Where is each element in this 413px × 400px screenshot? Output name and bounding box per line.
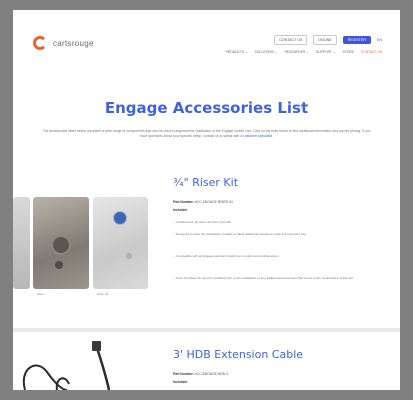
- part-number-value: ACC-ENGAGE-HDB-3: [194, 372, 228, 376]
- section-divider: [13, 328, 400, 332]
- included-label-hdb: Included:: [173, 380, 188, 384]
- section-title-riser-kit: ¾" Riser Kit: [173, 176, 239, 189]
- nav-item-store[interactable]: STORE: [343, 50, 354, 54]
- nav-item-contact[interactable]: CONTACT US: [361, 50, 382, 54]
- brand-logo[interactable]: cartsrouge: [33, 36, 94, 50]
- nav-item-support[interactable]: SUPPORT ⌄: [316, 50, 336, 54]
- intro-paragraph: The accessories listed below represent a…: [41, 129, 372, 139]
- image-caption: Riser: [37, 292, 45, 296]
- page-title: Engage Accessories List: [104, 99, 309, 117]
- section-title-hdb-cable: 3' HDB Extension Cable: [173, 348, 304, 361]
- nav-item-products[interactable]: PRODUCTS ⌄: [226, 50, 248, 54]
- part-number-label: Part Number:: [173, 200, 194, 204]
- part-number-riser: Part Number: ACC-ENGAGE-RISER-34: [173, 200, 233, 204]
- nav-item-resources[interactable]: RESOURCES ⌄: [284, 50, 309, 54]
- mount-hole-icon: [51, 235, 71, 255]
- riser-bullet: Note: the Riser Kit must be installed pr…: [173, 276, 391, 281]
- hdb-cable-photo[interactable]: [17, 338, 137, 390]
- image-caption: Riser Kit: [97, 292, 109, 296]
- riser-bullet: Includes four (4) risers and four (4) bo…: [173, 220, 391, 225]
- included-label: Included:: [173, 380, 188, 384]
- riser-image-row: Riser Riser Kit: [13, 197, 163, 297]
- part-number-label: Part Number:: [173, 372, 194, 376]
- logo-icon: [33, 36, 47, 50]
- intro-text-1: The accessories listed below represent a…: [42, 129, 271, 133]
- logo-text: cartsrouge: [53, 38, 94, 48]
- mount-hole-icon: [113, 211, 127, 225]
- part-number-hdb: Part Number: ACC-ENGAGE-HDB-3: [173, 372, 228, 376]
- language-selector[interactable]: EN: [377, 38, 382, 42]
- riser-photo-1[interactable]: [13, 197, 30, 289]
- riser-photo-2[interactable]: [33, 197, 89, 289]
- util-link-contact[interactable]: CONTACT US: [274, 35, 308, 45]
- riser-photo-3[interactable]: [93, 197, 148, 289]
- included-label: Included:: [173, 208, 188, 212]
- utility-bar: CONTACT US ONLINE REGISTER EN: [274, 35, 382, 45]
- page-frame: cartsrouge CONTACT US ONLINE REGISTER EN…: [13, 10, 400, 390]
- intro-link[interactable]: customer specialist.: [243, 134, 273, 138]
- main-nav: PRODUCTS ⌄ SOLUTIONS ⌄ RESOURCES ⌄ SUPPO…: [226, 50, 382, 54]
- riser-bullet: Compatible with all Engage standard heig…: [173, 254, 391, 259]
- included-label-riser: Included:: [173, 208, 188, 212]
- part-number-value: ACC-ENGAGE-RISER-34: [194, 200, 233, 204]
- mount-hole-icon: [55, 261, 63, 269]
- site-header: cartsrouge CONTACT US ONLINE REGISTER EN…: [13, 10, 400, 80]
- mount-hole-icon: [126, 253, 132, 259]
- riser-bullet: Designed to raise the workstation surfac…: [173, 232, 391, 237]
- register-button[interactable]: REGISTER: [342, 36, 371, 44]
- nav-item-solutions[interactable]: SOLUTIONS ⌄: [255, 50, 278, 54]
- util-link-online[interactable]: ONLINE: [313, 35, 337, 45]
